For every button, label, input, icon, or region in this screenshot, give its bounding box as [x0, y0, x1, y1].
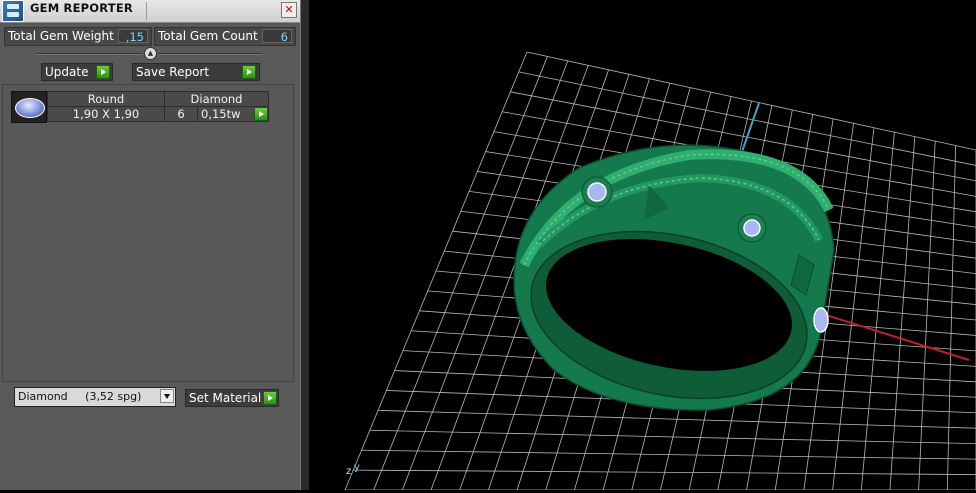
gem-stone [813, 307, 829, 333]
set-material-label: Set Material [189, 391, 262, 405]
grid-line [832, 127, 875, 491]
gem-thumbnail [11, 91, 47, 123]
gem-material: Diamond [164, 91, 269, 107]
total-gem-count-value: 6 [262, 29, 292, 44]
material-select[interactable]: Diamond (3,52 spg) [14, 387, 176, 407]
gem-count: 6 [164, 106, 198, 122]
save-report-button[interactable]: Save Report [132, 63, 260, 81]
update-button[interactable]: Update [41, 63, 113, 81]
total-gem-weight-field: Total Gem Weight ,15 [4, 27, 152, 46]
grid-line [369, 429, 976, 445]
play-arrow-icon [263, 391, 277, 405]
grid-line [918, 141, 936, 491]
viewport-canvas[interactable] [309, 0, 976, 491]
ring-model[interactable] [513, 144, 835, 422]
splitter-handle[interactable]: ▲ [144, 47, 157, 60]
gem-list: Round Diamond 1,90 X 1,90 6 0,15tw [2, 84, 294, 382]
panel-titlebar[interactable]: GEM REPORTER ✕ [0, 0, 300, 23]
gem-reporter-panel: GEM REPORTER ✕ Total Gem Weight ,15 Tota… [0, 0, 300, 490]
set-material-button[interactable]: Set Material [185, 389, 279, 407]
chevron-down-icon[interactable] [160, 389, 174, 403]
gem-row-table[interactable]: Round Diamond 1,90 X 1,90 6 0,15tw [47, 91, 269, 122]
gem-weight-cell: 0,15tw [197, 106, 269, 122]
gem-stone [587, 182, 607, 202]
grid-line [361, 449, 976, 460]
material-select-value: Diamond (3,52 spg) [18, 390, 142, 403]
title-separator [146, 2, 147, 20]
gem-stone [743, 219, 761, 237]
panel-divider[interactable] [300, 0, 309, 490]
gem-size: 1,90 X 1,90 [47, 106, 165, 122]
total-gem-weight-label: Total Gem Weight [8, 29, 114, 43]
gem-weight: 0,15tw [201, 107, 241, 121]
save-report-label: Save Report [136, 65, 210, 79]
close-button[interactable]: ✕ [281, 2, 297, 18]
panel-title: GEM REPORTER [30, 1, 133, 15]
gem-shape: Round [47, 91, 165, 107]
total-gem-count-field: Total Gem Count 6 [154, 27, 296, 46]
gem-detail-arrow-icon[interactable] [254, 107, 268, 121]
close-icon: ✕ [284, 3, 294, 16]
gem-reporter-app-icon [2, 0, 24, 22]
splitter-line-left [36, 53, 142, 55]
splitter-line-right [158, 53, 262, 55]
3d-viewport[interactable]: z y [309, 0, 976, 491]
update-label: Update [45, 65, 89, 79]
grid-line [889, 136, 916, 491]
play-arrow-icon [96, 65, 110, 79]
total-gem-count-label: Total Gem Count [158, 29, 258, 43]
round-diamond-icon [15, 98, 45, 118]
axis-z-label: z [346, 466, 352, 477]
axis-y-label: y [354, 462, 360, 473]
grid-line [860, 132, 895, 491]
play-arrow-icon [242, 65, 256, 79]
grid-line [378, 409, 976, 429]
total-gem-weight-value: ,15 [118, 29, 148, 44]
